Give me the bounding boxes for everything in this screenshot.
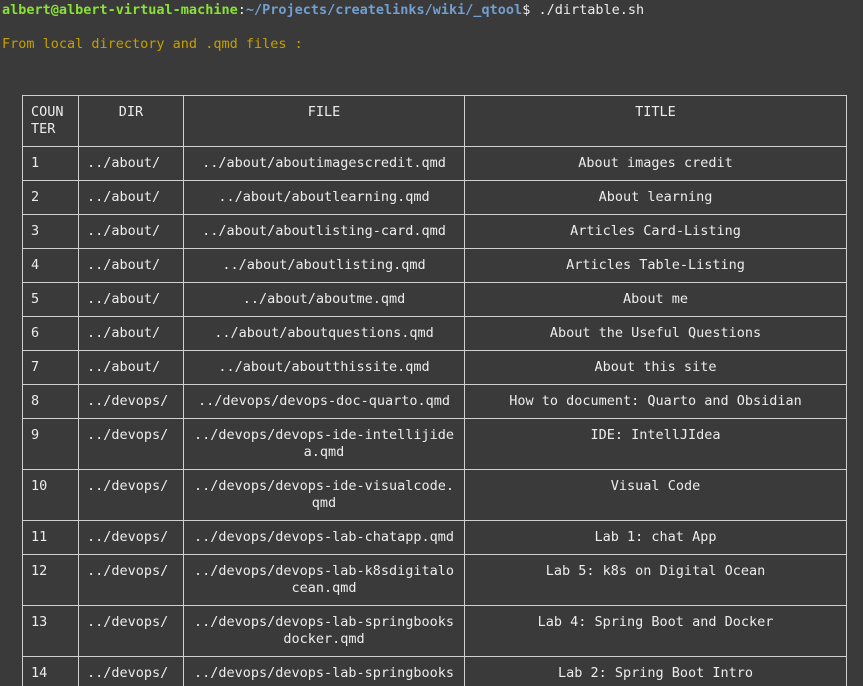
table-row: 4 ../about/ ../about/aboutlisting.qmd Ar… [22,248,847,283]
table-row: 13 ../devops/ ../devops/devops-lab-sprin… [22,605,847,657]
cell-counter: 14 [22,656,79,686]
cell-counter: 11 [22,520,79,555]
cell-file: ../devops/devops-ide-intellijidea.qmd [183,418,465,470]
prompt-user-host: albert@albert-virtual-machine [2,2,238,18]
table-row: 5 ../about/ ../about/aboutme.qmd About m… [22,282,847,317]
cell-title: About learning [464,180,847,215]
table-row: 11 ../devops/ ../devops/devops-lab-chata… [22,520,847,555]
cell-dir: ../about/ [78,180,184,215]
table-row: 9 ../devops/ ../devops/devops-ide-intell… [22,418,847,470]
cell-dir: ../devops/ [78,605,184,657]
table-row: 14 ../devops/ ../devops/devops-lab-sprin… [22,656,847,686]
cell-title: Lab 4: Spring Boot and Docker [464,605,847,657]
cell-counter: 6 [22,316,79,351]
header-counter: COUNTER [22,95,79,147]
cell-file: ../about/aboutimagescredit.qmd [183,146,465,181]
cell-dir: ../about/ [78,248,184,283]
cell-dir: ../devops/ [78,384,184,419]
cell-counter: 3 [22,214,79,249]
cell-counter: 12 [22,554,79,606]
table-row: 10 ../devops/ ../devops/devops-ide-visua… [22,469,847,521]
cell-counter: 13 [22,605,79,657]
cell-title: How to document: Quarto and Obsidian [464,384,847,419]
cell-counter: 7 [22,350,79,385]
cell-title: Lab 1: chat App [464,520,847,555]
shell-prompt-line: albert@albert-virtual-machine:~/Projects… [2,2,644,19]
cell-title: About me [464,282,847,317]
cell-dir: ../about/ [78,146,184,181]
header-title: TITLE [464,95,847,147]
info-message: From local directory and .qmd files : [2,36,303,52]
cell-file: ../about/aboutlisting.qmd [183,248,465,283]
cell-file: ../about/aboutme.qmd [183,282,465,317]
cell-counter: 5 [22,282,79,317]
cell-file: ../devops/devops-doc-quarto.qmd [183,384,465,419]
table-row: 8 ../devops/ ../devops/devops-doc-quarto… [22,384,847,419]
cell-dir: ../devops/ [78,554,184,606]
prompt-command: ./dirtable.sh [538,2,645,18]
cell-dir: ../devops/ [78,418,184,470]
cell-dir: ../devops/ [78,520,184,555]
cell-title: Lab 2: Spring Boot Intro [464,656,847,686]
cell-counter: 10 [22,469,79,521]
prompt-dollar: $ [522,2,539,18]
prompt-colon: : [237,2,246,18]
header-dir: DIR [78,95,184,147]
cell-file: ../devops/devops-ide-visualcode.qmd [183,469,465,521]
cell-title: IDE: IntellJIdea [464,418,847,470]
cell-file: ../devops/devops-lab-chatapp.qmd [183,520,465,555]
header-file: FILE [183,95,465,147]
table-row: 6 ../about/ ../about/aboutquestions.qmd … [22,316,847,351]
cell-dir: ../devops/ [78,656,184,686]
cell-file: ../about/aboutlearning.qmd [183,180,465,215]
cell-file: ../about/aboutquestions.qmd [183,316,465,351]
cell-title: Lab 5: k8s on Digital Ocean [464,554,847,606]
cell-dir: ../about/ [78,214,184,249]
cell-title: About this site [464,350,847,385]
cell-counter: 9 [22,418,79,470]
prompt-cwd: ~/Projects/createlinks/wiki/_qtool [245,2,523,18]
cell-file: ../devops/devops-lab-springbooks [183,656,465,686]
cell-title: About images credit [464,146,847,181]
cell-file: ../about/aboutthissite.qmd [183,350,465,385]
table-row: 12 ../devops/ ../devops/devops-lab-k8sdi… [22,554,847,606]
cell-dir: ../devops/ [78,469,184,521]
cell-dir: ../about/ [78,282,184,317]
table-header-row: COUNTER DIR FILE TITLE [22,95,847,147]
cell-counter: 1 [22,146,79,181]
dir-table: COUNTER DIR FILE TITLE 1 ../about/ ../ab… [22,95,847,686]
cell-file: ../about/aboutlisting-card.qmd [183,214,465,249]
cell-title: Visual Code [464,469,847,521]
cell-counter: 2 [22,180,79,215]
cell-counter: 4 [22,248,79,283]
cell-title: Articles Table-Listing [464,248,847,283]
cell-file: ../devops/devops-lab-k8sdigitalocean.qmd [183,554,465,606]
table-row: 3 ../about/ ../about/aboutlisting-card.q… [22,214,847,249]
cell-counter: 8 [22,384,79,419]
table-row: 7 ../about/ ../about/aboutthissite.qmd A… [22,350,847,385]
table-row: 1 ../about/ ../about/aboutimagescredit.q… [22,146,847,181]
cell-title: About the Useful Questions [464,316,847,351]
cell-dir: ../about/ [78,350,184,385]
terminal-window[interactable]: albert@albert-virtual-machine:~/Projects… [0,0,863,686]
cell-file: ../devops/devops-lab-springbooksdocker.q… [183,605,465,657]
table-row: 2 ../about/ ../about/aboutlearning.qmd A… [22,180,847,215]
cell-title: Articles Card-Listing [464,214,847,249]
cell-dir: ../about/ [78,316,184,351]
